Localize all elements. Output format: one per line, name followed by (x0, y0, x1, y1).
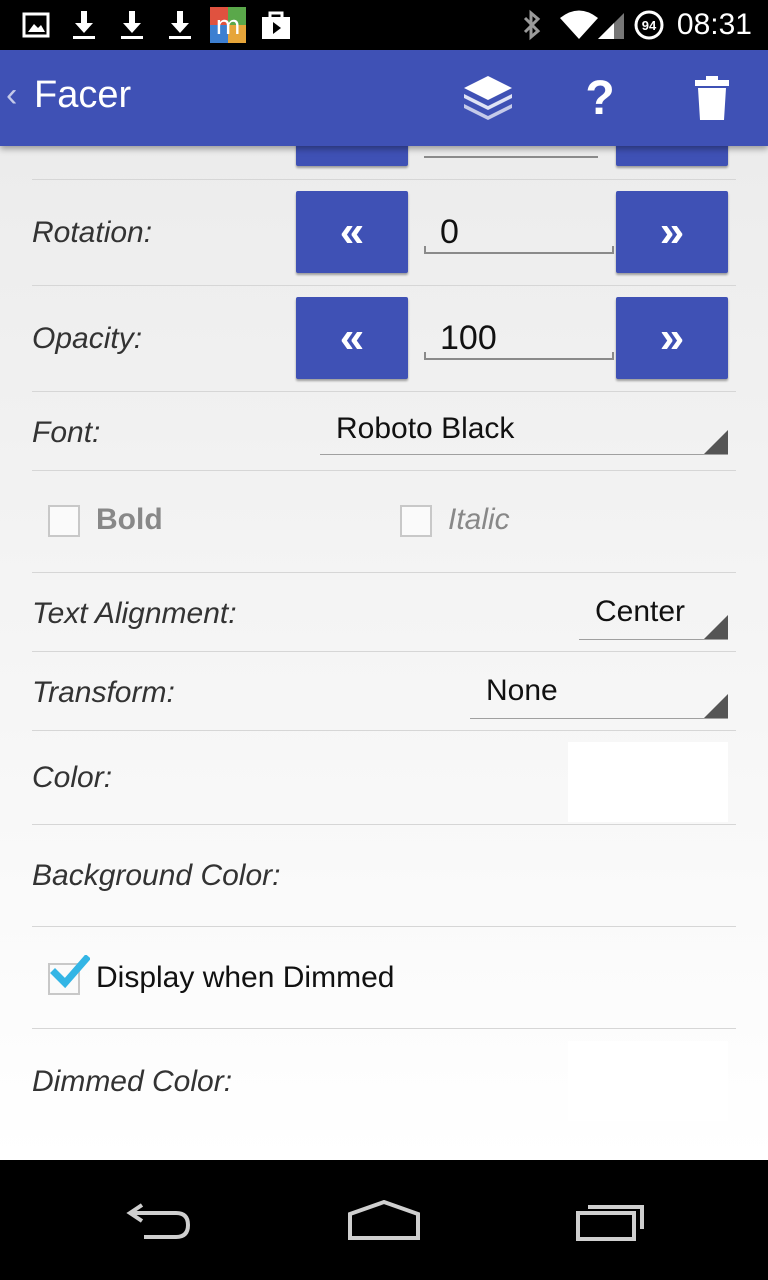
dimmed-color-swatch[interactable] (568, 1041, 728, 1121)
checkbox-box[interactable] (48, 505, 80, 537)
back-button[interactable] (100, 1186, 220, 1256)
bold-label: Bold (96, 503, 163, 536)
rotation-increment-button[interactable]: » (616, 191, 728, 273)
text-alignment-value: Center (595, 595, 686, 628)
status-bar: m 94 08:31 (0, 0, 768, 50)
previous-increment-button[interactable] (616, 146, 728, 166)
text-alignment-row: Text Alignment: Center (32, 573, 736, 652)
back-arrow-icon (126, 1203, 191, 1239)
transform-value: None (486, 674, 558, 707)
home-button[interactable] (324, 1186, 444, 1256)
layer-properties-form[interactable]: Rotation: « 0 » Opacity: « 100 » Font: R… (0, 146, 768, 1160)
display-when-dimmed-label: Display when Dimmed (96, 961, 395, 994)
background-color-label: Background Color: (32, 859, 281, 892)
rotation-input[interactable]: 0 (424, 212, 614, 254)
svg-text:m: m (215, 11, 240, 41)
download-icon (164, 8, 196, 42)
checkbox-box[interactable] (400, 505, 432, 537)
dimmed-color-row: Dimmed Color: (32, 1029, 736, 1129)
previous-row (32, 146, 736, 180)
delete-icon (695, 76, 729, 120)
recent-apps-button[interactable] (550, 1186, 670, 1256)
background-color-swatch[interactable] (568, 837, 728, 917)
checkmark-icon (50, 955, 90, 989)
transform-row: Transform: None (32, 652, 736, 731)
download-icon (116, 8, 148, 42)
navigation-bar (0, 1160, 768, 1280)
font-dropdown[interactable]: Roboto Black (320, 408, 728, 455)
opacity-label: Opacity: (32, 322, 143, 355)
dropdown-arrow-icon (704, 615, 728, 639)
dropdown-arrow-icon (704, 694, 728, 718)
text-alignment-dropdown[interactable]: Center (579, 593, 728, 640)
bluetooth-icon (518, 8, 546, 42)
color-row: Color: (32, 731, 736, 825)
battery-icon: 94 (632, 8, 666, 42)
opacity-decrement-button[interactable]: « (296, 297, 408, 379)
layers-icon (464, 76, 512, 120)
style-row: Bold Italic (32, 471, 736, 573)
recent-apps-icon (576, 1205, 644, 1241)
dimmed-color-label: Dimmed Color: (32, 1065, 233, 1098)
transform-label: Transform: (32, 676, 175, 709)
dropdown-arrow-icon (704, 430, 728, 454)
text-alignment-label: Text Alignment: (32, 597, 237, 630)
home-icon (348, 1200, 420, 1240)
color-swatch[interactable] (568, 742, 728, 822)
play-store-icon (258, 8, 294, 42)
download-icon (68, 8, 100, 42)
transform-dropdown[interactable]: None (470, 672, 728, 719)
italic-label: Italic (448, 503, 510, 536)
previous-decrement-button[interactable] (296, 146, 408, 166)
previous-value-field[interactable] (424, 146, 598, 158)
layers-button[interactable] (452, 68, 524, 128)
back-chevron-icon[interactable]: ‹ (6, 76, 17, 115)
rotation-label: Rotation: (32, 216, 153, 249)
signal-icon (594, 8, 628, 42)
font-label: Font: (32, 416, 101, 449)
image-notification-icon (20, 8, 52, 42)
opacity-input[interactable]: 100 (424, 318, 614, 360)
battery-level: 94 (641, 17, 657, 33)
opacity-increment-button[interactable]: » (616, 297, 728, 379)
action-bar: ‹ Facer ? (0, 50, 768, 146)
background-color-row: Background Color: (32, 825, 736, 927)
help-button[interactable]: ? (564, 68, 636, 128)
delete-button[interactable] (676, 68, 748, 128)
app-m-icon: m (210, 7, 246, 43)
font-row: Font: Roboto Black (32, 392, 736, 471)
color-label: Color: (32, 761, 113, 794)
opacity-row: Opacity: « 100 » (32, 286, 736, 392)
app-title[interactable]: Facer (34, 74, 131, 117)
font-dropdown-value: Roboto Black (336, 412, 515, 445)
rotation-decrement-button[interactable]: « (296, 191, 408, 273)
rotation-row: Rotation: « 0 » (32, 180, 736, 286)
clock: 08:31 (676, 8, 752, 41)
display-when-dimmed-row: Display when Dimmed (32, 927, 736, 1029)
help-icon: ? (585, 71, 615, 125)
